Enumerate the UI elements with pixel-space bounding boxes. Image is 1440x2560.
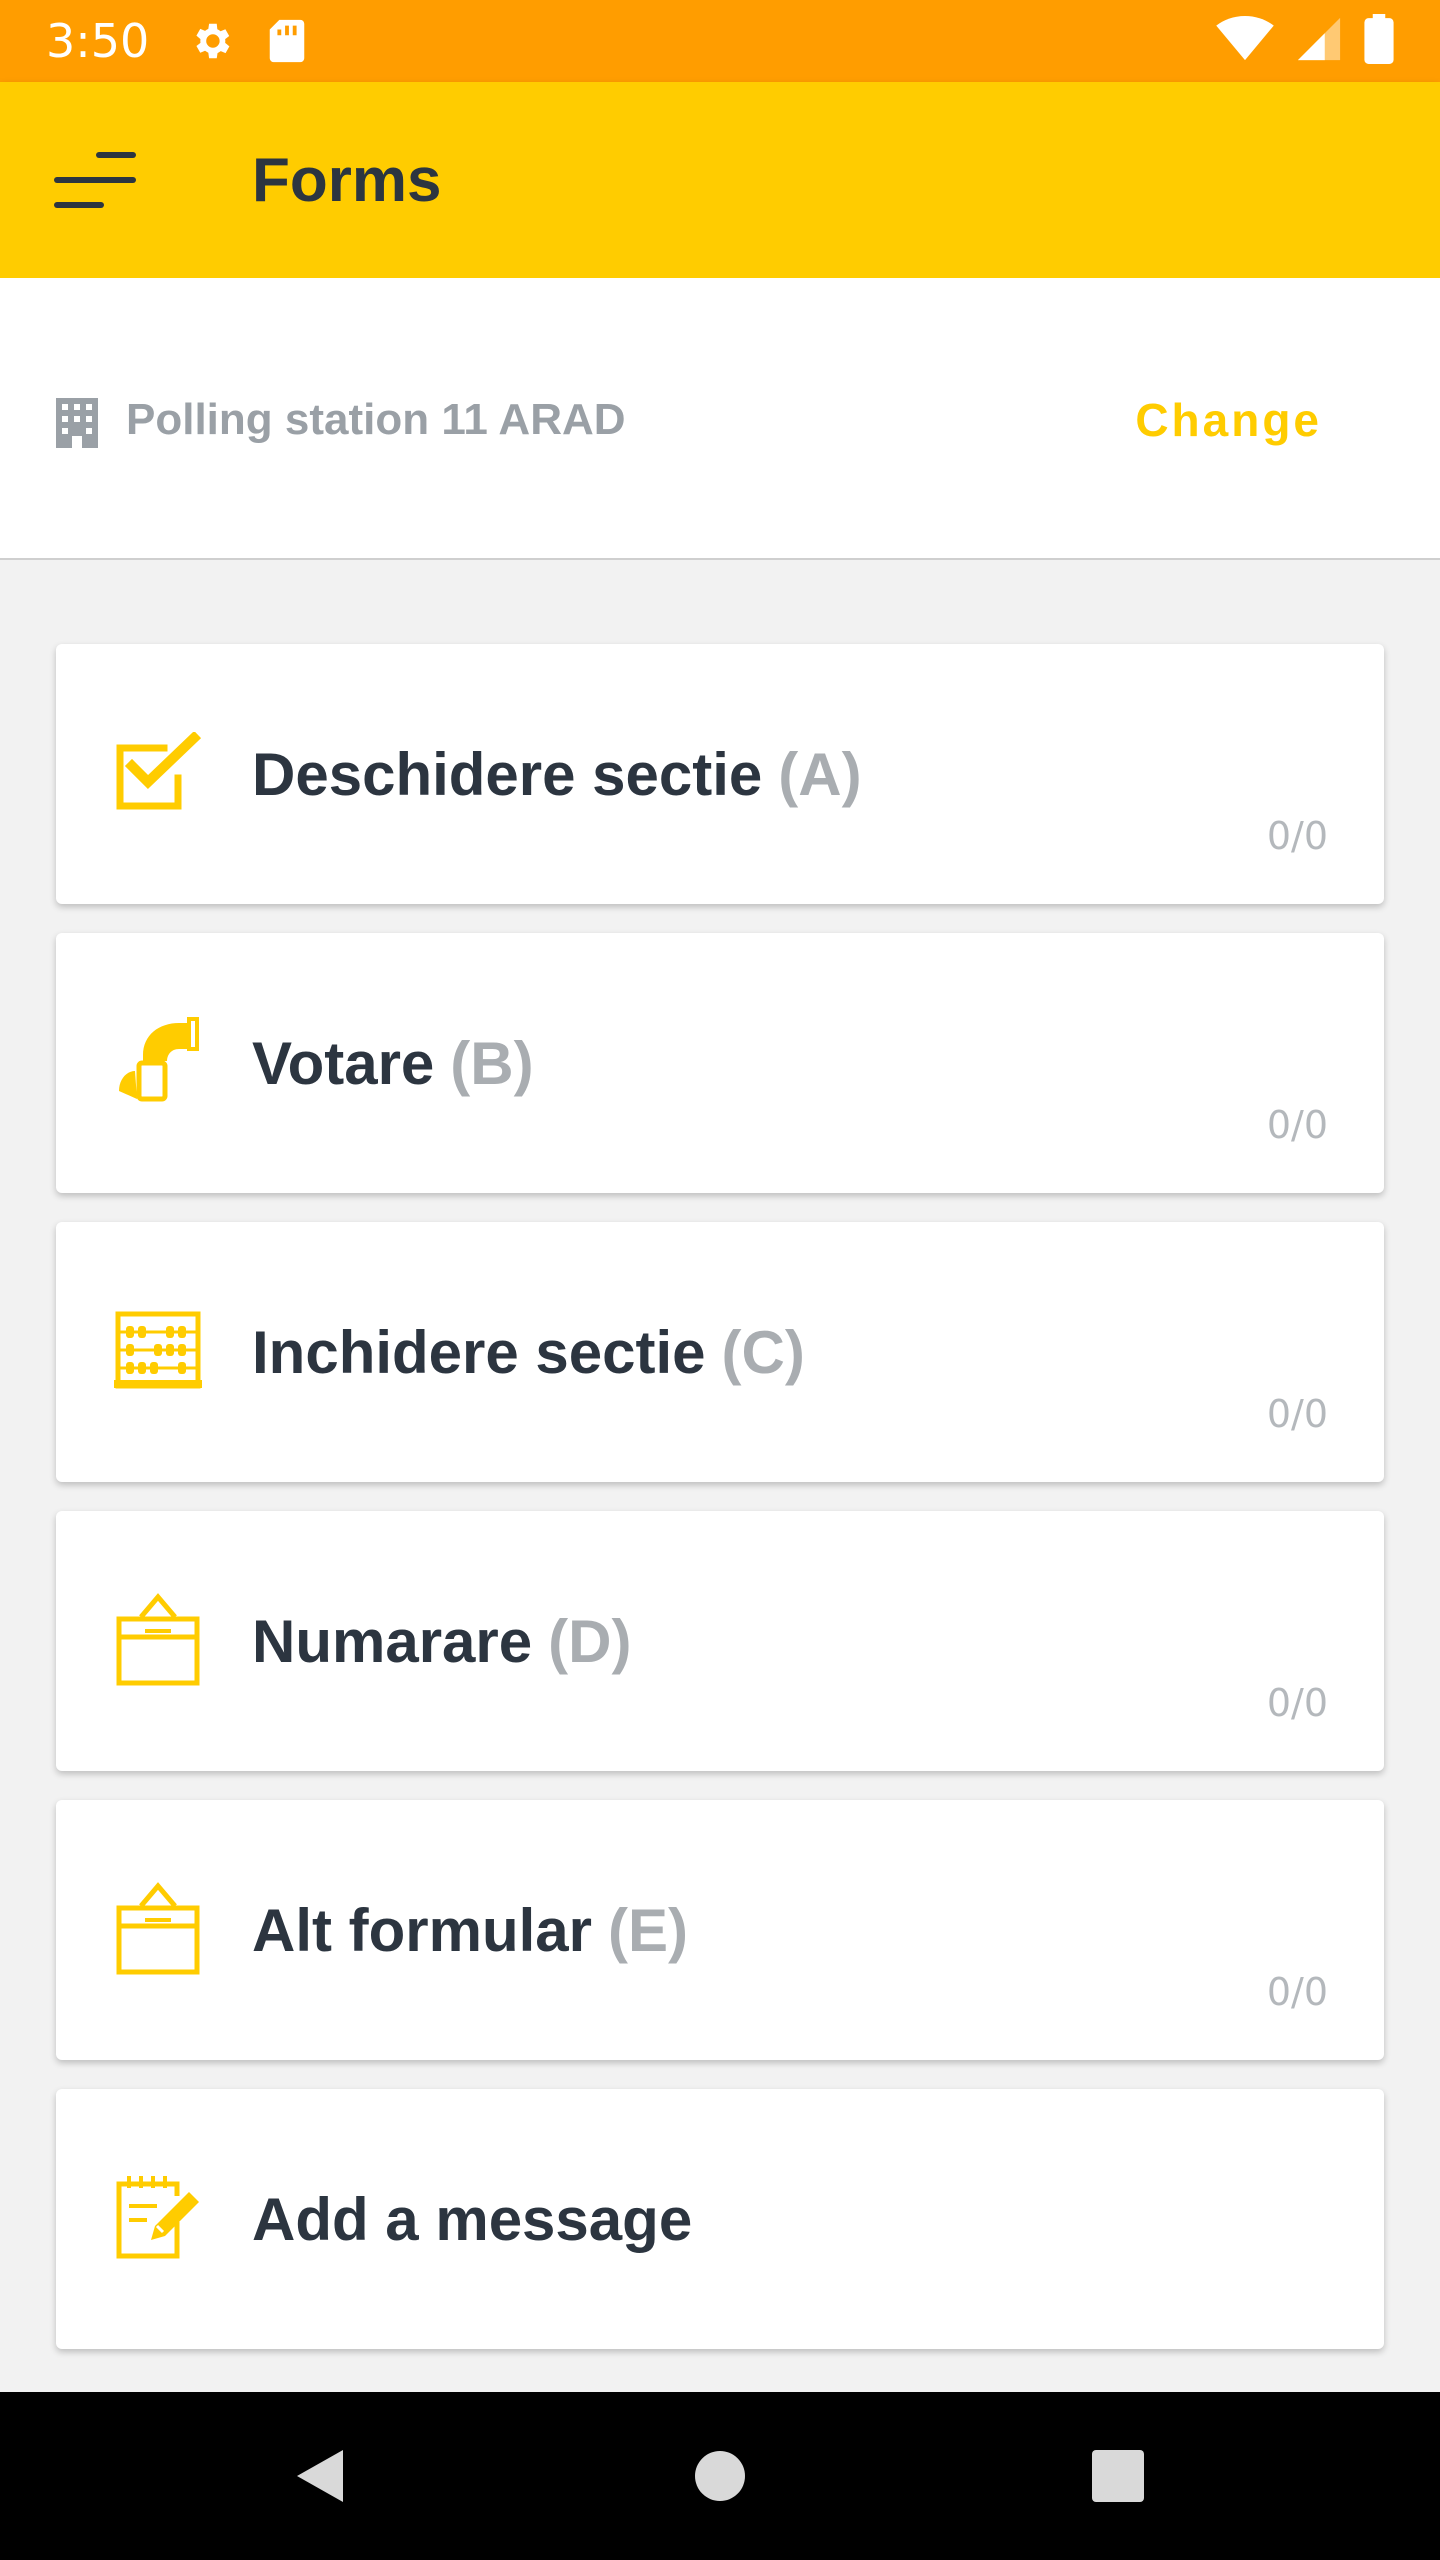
back-icon: [297, 2450, 343, 2502]
form-name: Inchidere sectie: [252, 1318, 706, 1386]
ballot-box-icon: [108, 1878, 208, 1978]
sd-card-icon: [263, 17, 311, 65]
form-name: Numarare: [252, 1607, 533, 1675]
form-code: (A): [778, 740, 862, 808]
home-nav-button[interactable]: [688, 2444, 752, 2508]
form-name: Votare: [252, 1029, 435, 1097]
forms-list: Deschidere sectie (A) 0/0 Votare (B) 0/0: [56, 644, 1384, 2378]
polling-station-name: Polling station 11 ARAD: [126, 395, 626, 444]
form-progress: 0/0: [1266, 1392, 1328, 1436]
wifi-icon: [1216, 15, 1274, 67]
form-title: Votare (B): [252, 1023, 534, 1103]
form-name: Alt formular: [252, 1896, 593, 1964]
recents-nav-button[interactable]: [1086, 2444, 1150, 2508]
add-message-card[interactable]: Add a message: [56, 2089, 1384, 2349]
ballot-box-icon: [108, 1589, 208, 1689]
form-code: (B): [450, 1029, 534, 1097]
signal-icon: [1296, 16, 1342, 67]
change-station-button[interactable]: Change: [1135, 388, 1322, 452]
form-card-b[interactable]: Votare (B) 0/0: [56, 933, 1384, 1193]
form-code: (D): [548, 1607, 632, 1675]
form-title: Inchidere sectie (C): [252, 1312, 805, 1392]
form-title: Alt formular (E): [252, 1890, 688, 1970]
ballot-hand-icon: [108, 1011, 208, 1111]
checkbox-icon: [108, 722, 208, 822]
menu-button[interactable]: [40, 140, 150, 220]
form-progress: 0/0: [1266, 1970, 1328, 2014]
polling-station-section: Polling station 11 ARAD Change: [0, 278, 1440, 560]
back-nav-button[interactable]: [288, 2444, 352, 2508]
menu-icon: [54, 152, 136, 208]
form-card-a[interactable]: Deschidere sectie (A) 0/0: [56, 644, 1384, 904]
app-bar: Forms: [0, 82, 1440, 278]
form-progress: 0/0: [1266, 1681, 1328, 1725]
gear-icon: [187, 17, 235, 65]
form-progress: 0/0: [1266, 814, 1328, 858]
navigation-bar: [0, 2392, 1440, 2560]
battery-icon: [1364, 13, 1394, 69]
form-code: (C): [721, 1318, 805, 1386]
status-bar: 3:50: [0, 0, 1440, 82]
recents-icon: [1092, 2450, 1144, 2502]
status-time: 3:50: [46, 14, 150, 68]
status-right-icons: [1216, 0, 1394, 82]
note-edit-icon: [108, 2167, 208, 2267]
add-message-label: Add a message: [252, 2185, 693, 2253]
form-card-c[interactable]: Inchidere sectie (C) 0/0: [56, 1222, 1384, 1482]
form-name: Deschidere sectie: [252, 740, 763, 808]
page-title: Forms: [252, 145, 442, 215]
building-icon: [54, 392, 100, 448]
form-title: Deschidere sectie (A): [252, 734, 862, 814]
home-icon: [695, 2451, 745, 2501]
form-title: Numarare (D): [252, 1601, 631, 1681]
form-code: (E): [608, 1896, 689, 1964]
form-card-d[interactable]: Numarare (D) 0/0: [56, 1511, 1384, 1771]
abacus-icon: [108, 1300, 208, 1400]
form-progress: 0/0: [1266, 1103, 1328, 1147]
form-card-e[interactable]: Alt formular (E) 0/0: [56, 1800, 1384, 2060]
